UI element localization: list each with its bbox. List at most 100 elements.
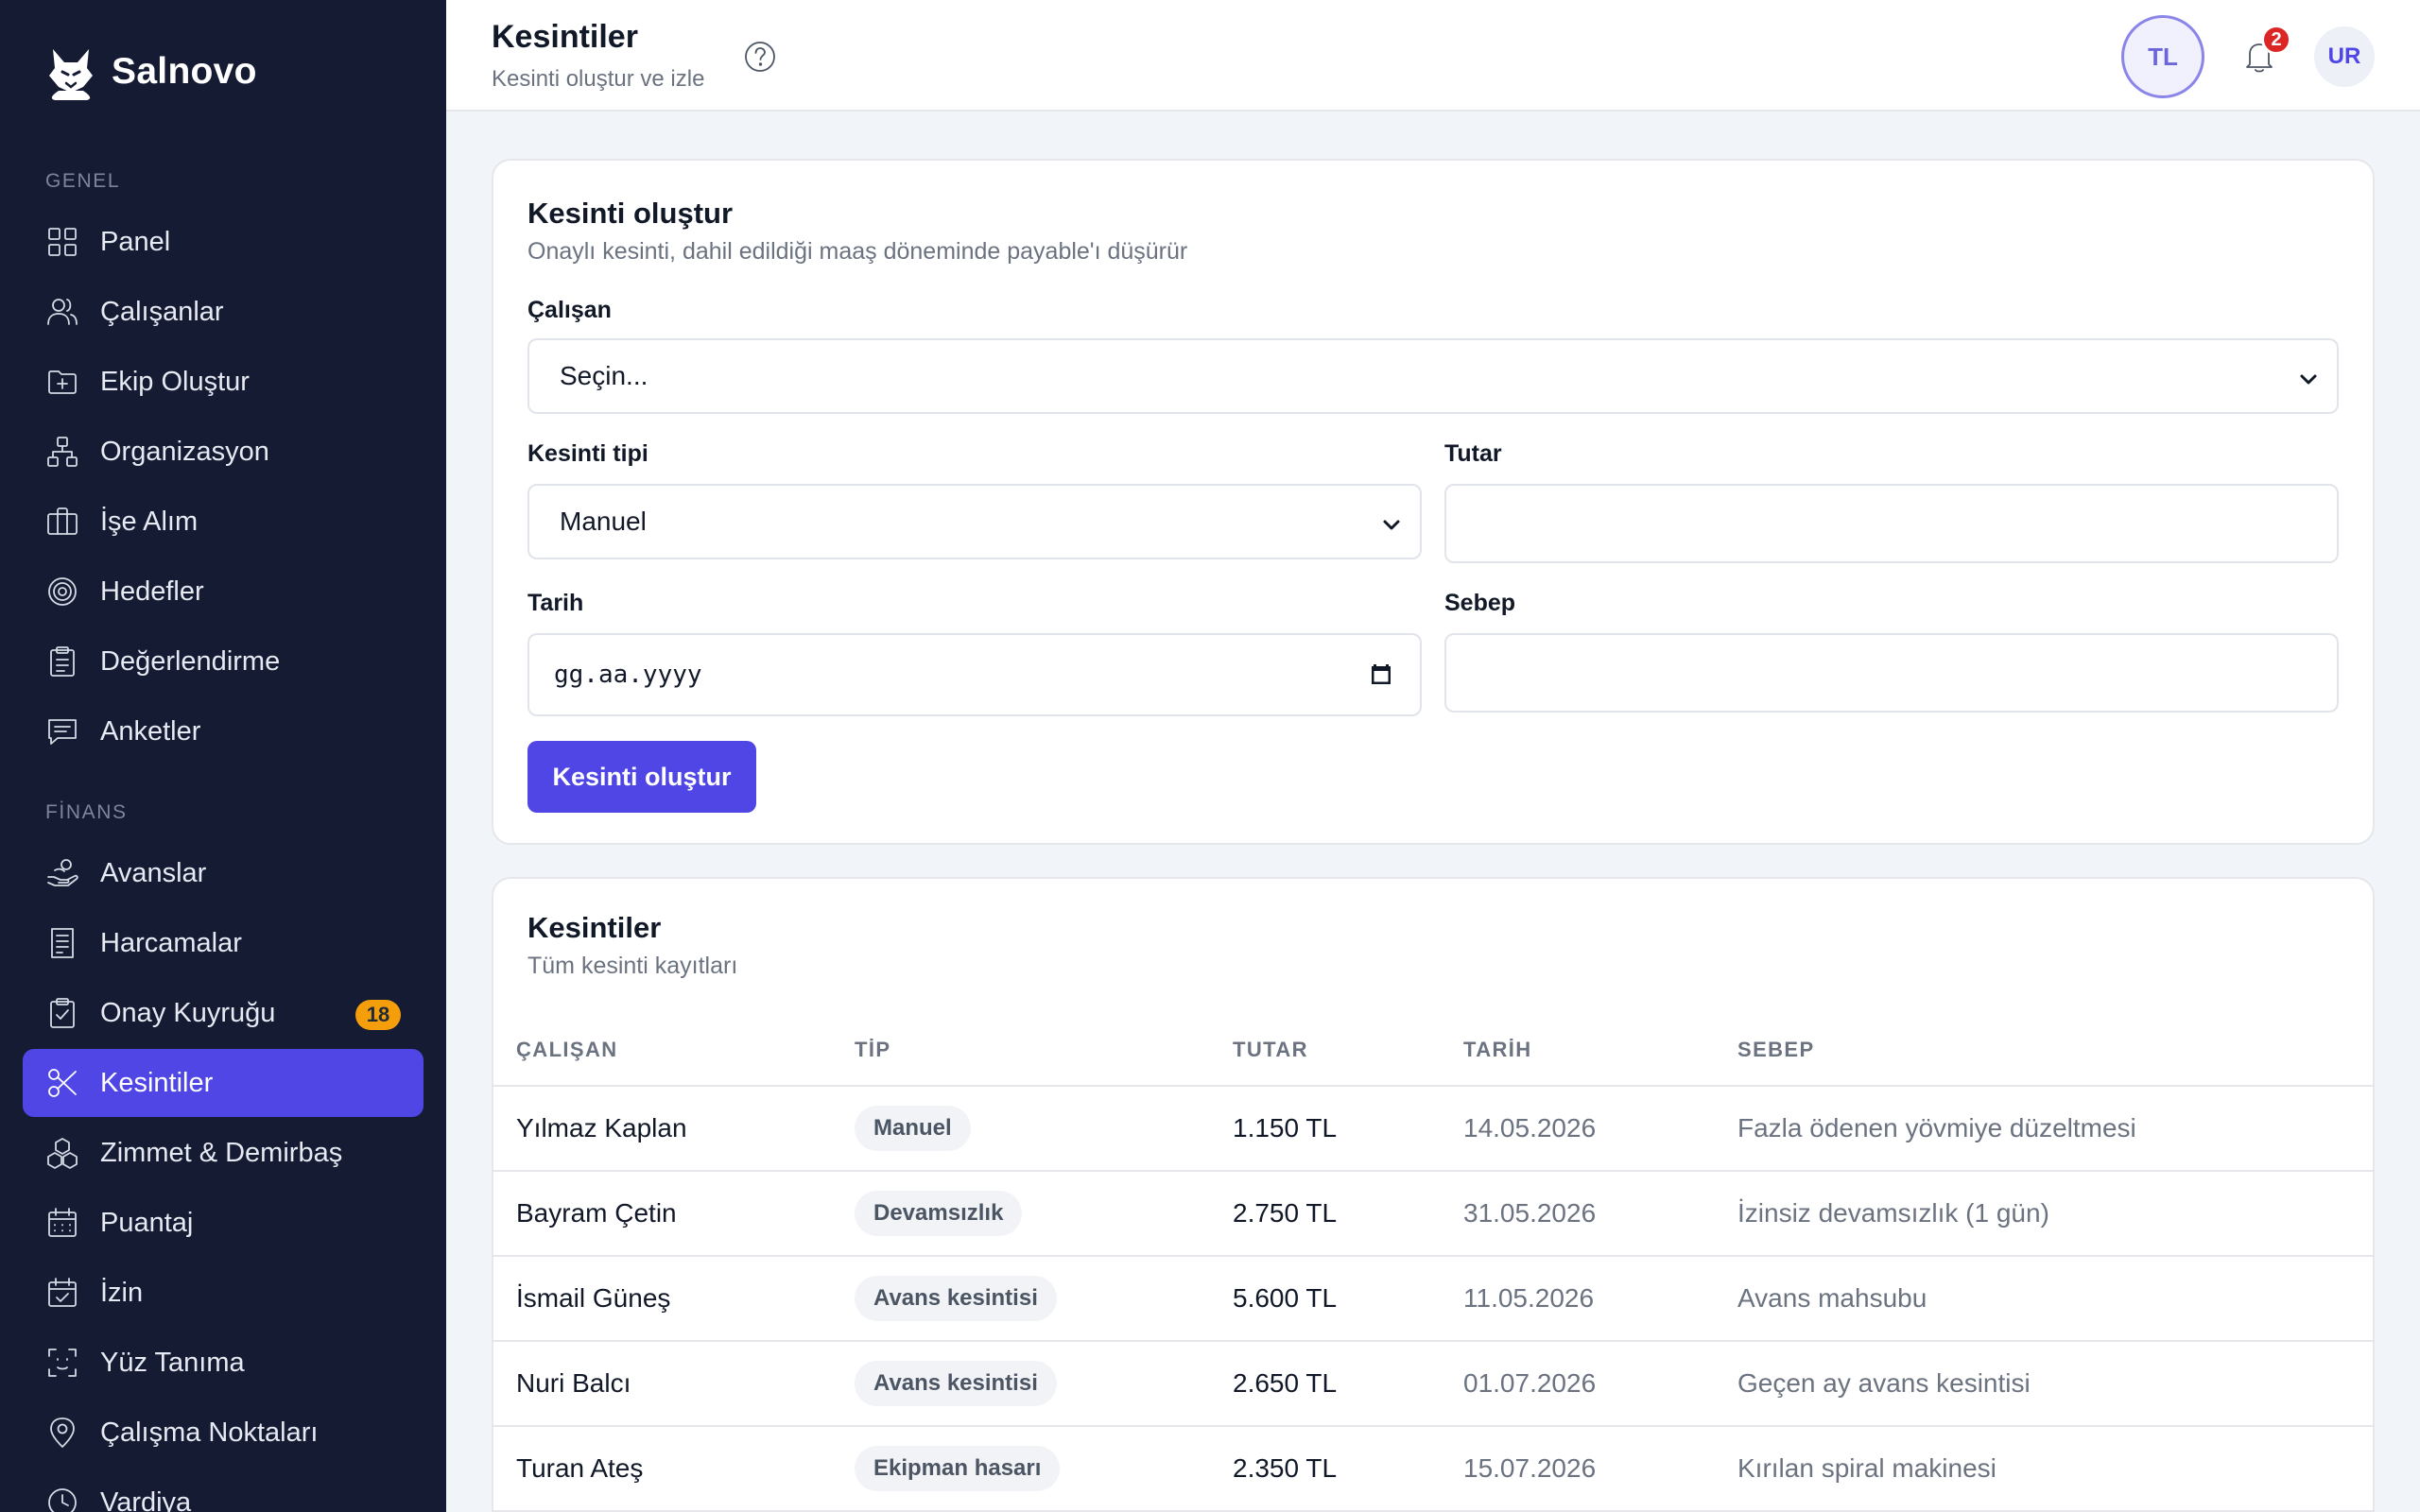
sidebar-item-ise-alim[interactable]: İşe Alım xyxy=(23,488,424,556)
type-cell: Devamsızlık xyxy=(855,1172,1023,1255)
reason-cell: Fazla ödenen yövmiye düzeltmesi xyxy=(1737,1113,2136,1143)
table-row[interactable]: Bayram Çetin Devamsızlık 2.750 TL 31.05.… xyxy=(493,1172,2373,1257)
sidebar-item-yuz-tanima[interactable]: Yüz Tanıma xyxy=(23,1329,424,1397)
calendar-picker-icon[interactable] xyxy=(1369,662,1393,686)
sidebar-item-izin[interactable]: İzin xyxy=(23,1259,424,1327)
type-cell: Ekipman hasarı xyxy=(855,1427,1061,1510)
sidebar-item-calisma-noktalari[interactable]: Çalışma Noktaları xyxy=(23,1399,424,1467)
message-icon xyxy=(45,714,79,748)
sidebar-item-label: Yüz Tanıma xyxy=(100,1347,245,1378)
list-description: Tüm kesinti kayıtları xyxy=(527,953,738,979)
create-deduction-button[interactable]: Kesinti oluştur xyxy=(527,741,756,813)
deduction-type-select[interactable]: Manuel xyxy=(527,484,1422,559)
sidebar-item-degerlendirme[interactable]: Değerlendirme xyxy=(23,627,424,696)
sidebar-item-organizasyon[interactable]: Organizasyon xyxy=(23,418,424,486)
column-header-amount[interactable]: TUTAR xyxy=(1233,1038,1308,1062)
date-cell: 11.05.2026 xyxy=(1463,1283,1595,1313)
sidebar-item-ekip-olustur[interactable]: Ekip Oluştur xyxy=(23,348,424,416)
column-header-type[interactable]: TİP xyxy=(855,1038,890,1062)
boxes-icon xyxy=(45,1136,79,1170)
amount-cell: 5.600 TL xyxy=(1233,1283,1338,1313)
sidebar-item-label: Çalışma Noktaları xyxy=(100,1417,319,1448)
sidebar-item-zimmet-demirbas[interactable]: Zimmet & Demirbaş xyxy=(23,1119,424,1187)
reason-cell: Kırılan spiral makinesi xyxy=(1737,1453,1996,1483)
chevron-down-icon xyxy=(2297,367,2320,389)
deduction-type-label: Kesinti tipi xyxy=(527,440,648,467)
deductions-list-card: Kesintiler Tüm kesinti kayıtları ÇALIŞAN… xyxy=(492,877,2375,1512)
avatar[interactable]: UR xyxy=(2314,26,2375,87)
type-badge: Avans kesintisi xyxy=(855,1276,1057,1321)
table-row[interactable]: Yılmaz Kaplan Manuel 1.150 TL 14.05.2026… xyxy=(493,1087,2373,1172)
sidebar-item-anketler[interactable]: Anketler xyxy=(23,697,424,765)
clipboard-check-icon xyxy=(45,996,79,1030)
column-header-employee[interactable]: ÇALIŞAN xyxy=(516,1038,618,1062)
users-icon xyxy=(45,295,79,329)
currency-switch-button[interactable]: TL xyxy=(2121,15,2204,98)
table-row[interactable]: İsmail Güneş Avans kesintisi 5.600 TL 11… xyxy=(493,1257,2373,1342)
column-header-reason[interactable]: SEBEP xyxy=(1737,1038,1815,1062)
hand-coins-icon xyxy=(45,856,79,890)
sidebar-item-avanslar[interactable]: Avanslar xyxy=(23,839,424,907)
sidebar-item-calisanlar[interactable]: Çalışanlar xyxy=(23,278,424,346)
sidebar-item-label: Hedefler xyxy=(100,576,204,607)
brand-name: Salnovo xyxy=(112,51,257,92)
briefcase-icon xyxy=(45,505,79,539)
form-description: Onaylı kesinti, dahil edildiği maaş döne… xyxy=(527,238,1188,265)
sidebar-item-label: Organizasyon xyxy=(100,436,269,467)
date-cell: 14.05.2026 xyxy=(1463,1113,1597,1143)
type-badge: Ekipman hasarı xyxy=(855,1446,1061,1491)
sidebar-item-vardiya[interactable]: Vardiya xyxy=(23,1469,424,1512)
sidebar-item-kesintiler[interactable]: Kesintiler xyxy=(23,1049,424,1117)
amount-cell: 1.150 TL xyxy=(1233,1113,1338,1143)
grid-icon xyxy=(45,225,79,259)
sidebar-item-harcamalar[interactable]: Harcamalar xyxy=(23,909,424,977)
sidebar-item-hedefler[interactable]: Hedefler xyxy=(23,558,424,626)
employee-cell: Yılmaz Kaplan xyxy=(516,1113,687,1143)
sidebar-item-label: Kesintiler xyxy=(100,1067,214,1098)
sidebar-item-puantaj[interactable]: Puantaj xyxy=(23,1189,424,1257)
reason-cell: Avans mahsubu xyxy=(1737,1283,1927,1313)
receipt-icon xyxy=(45,926,79,960)
sidebar-item-panel[interactable]: Panel xyxy=(23,208,424,276)
calendar-check-icon xyxy=(45,1276,79,1310)
reason-input[interactable] xyxy=(1444,633,2339,713)
date-label: Tarih xyxy=(527,590,584,616)
employee-select[interactable]: Seçin... xyxy=(527,338,2339,414)
type-badge: Avans kesintisi xyxy=(855,1361,1057,1406)
amount-cell: 2.650 TL xyxy=(1233,1368,1338,1398)
table-row[interactable]: Nuri Balcı Avans kesintisi 2.650 TL 01.0… xyxy=(493,1342,2373,1427)
sidebar-item-label: Panel xyxy=(100,226,171,257)
type-cell: Avans kesintisi xyxy=(855,1257,1057,1340)
face-scan-icon xyxy=(45,1346,79,1380)
type-badge: Devamsızlık xyxy=(855,1191,1023,1236)
amount-input[interactable] xyxy=(1444,484,2339,563)
employee-label: Çalışan xyxy=(527,297,612,323)
page-title: Kesintiler xyxy=(492,19,638,55)
sidebar: Salnovo GENEL Panel Çalışanlar Ekip Oluş… xyxy=(0,0,446,1512)
sidebar-item-label: İzin xyxy=(100,1277,144,1308)
date-cell: 15.07.2026 xyxy=(1463,1453,1597,1483)
sidebar-item-label: Anketler xyxy=(100,715,201,747)
sidebar-item-label: Harcamalar xyxy=(100,927,242,958)
brand[interactable]: Salnovo xyxy=(45,43,257,100)
notification-count-badge: 2 xyxy=(2261,25,2291,55)
sidebar-item-onay-kuyrugu[interactable]: Onay Kuyruğu 18 xyxy=(23,979,424,1047)
scissors-icon xyxy=(45,1066,79,1100)
type-cell: Manuel xyxy=(855,1087,971,1170)
employee-select-value: Seçin... xyxy=(560,361,648,390)
date-input[interactable]: gg.aa.yyyy xyxy=(527,633,1422,716)
type-cell: Avans kesintisi xyxy=(855,1342,1057,1425)
approval-count-badge: 18 xyxy=(355,1000,401,1030)
amount-cell: 2.350 TL xyxy=(1233,1453,1338,1483)
employee-cell: İsmail Güneş xyxy=(516,1283,671,1313)
sidebar-item-label: Vardiya xyxy=(100,1486,192,1512)
column-header-date[interactable]: TARİH xyxy=(1463,1038,1532,1062)
employee-cell: Turan Ateş xyxy=(516,1453,644,1483)
table-row[interactable]: Turan Ateş Ekipman hasarı 2.350 TL 15.07… xyxy=(493,1427,2373,1512)
sidebar-item-label: Puantaj xyxy=(100,1207,194,1238)
help-icon[interactable] xyxy=(743,40,777,74)
type-badge: Manuel xyxy=(855,1106,971,1151)
date-input-placeholder: gg.aa.yyyy xyxy=(554,661,702,689)
org-chart-icon xyxy=(45,435,79,469)
sidebar-item-label: İşe Alım xyxy=(100,506,199,537)
